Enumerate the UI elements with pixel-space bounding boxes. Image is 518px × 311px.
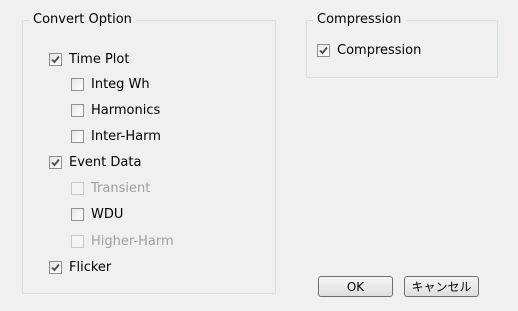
checkbox-box[interactable]: [71, 104, 84, 117]
checkbox-label: WDU: [91, 207, 124, 222]
event-data-checkbox[interactable]: Event Data: [49, 155, 141, 170]
time-plot-checkbox[interactable]: Time Plot: [49, 52, 129, 67]
checkbox-box[interactable]: [49, 156, 62, 169]
checkbox-label: Event Data: [69, 155, 142, 170]
checkbox-label: Higher-Harm: [91, 234, 174, 249]
checkbox-label: Harmonics: [91, 103, 161, 118]
checkbox-box[interactable]: [71, 208, 84, 221]
checkbox-label: Compression: [337, 43, 422, 58]
harmonics-checkbox[interactable]: Harmonics: [71, 103, 160, 118]
checkbox-box[interactable]: [71, 235, 84, 248]
checkbox-label: Transient: [91, 181, 151, 196]
convert-option-title: Convert Option: [29, 12, 136, 27]
checkbox-box[interactable]: [49, 261, 62, 274]
compression-title: Compression: [313, 12, 406, 27]
cancel-button-label: キャンセル: [411, 280, 472, 294]
checkbox-label: Flicker: [69, 260, 112, 275]
integ-wh-checkbox[interactable]: Integ Wh: [71, 77, 150, 92]
checkbox-box[interactable]: [71, 78, 84, 91]
inter-harm-checkbox[interactable]: Inter-Harm: [71, 129, 161, 144]
checkbox-box[interactable]: [49, 53, 62, 66]
checkbox-label: Inter-Harm: [91, 129, 161, 144]
convert-dialog: Convert Option Time Plot Integ Wh Harmon…: [0, 0, 518, 311]
checkbox-box[interactable]: [71, 130, 84, 143]
ok-button-label: OK: [346, 279, 365, 294]
compression-checkbox[interactable]: Compression: [317, 43, 421, 58]
higher-harm-checkbox[interactable]: Higher-Harm: [71, 234, 174, 249]
checkbox-label: Time Plot: [69, 52, 130, 67]
flicker-checkbox[interactable]: Flicker: [49, 260, 111, 275]
checkbox-box[interactable]: [71, 182, 84, 195]
check-mark-icon: [51, 55, 60, 64]
checkbox-box[interactable]: [317, 44, 330, 57]
checkbox-label: Integ Wh: [91, 77, 150, 92]
check-mark-icon: [51, 263, 60, 272]
transient-checkbox[interactable]: Transient: [71, 181, 150, 196]
cancel-button[interactable]: キャンセル: [404, 276, 479, 297]
check-mark-icon: [319, 46, 328, 55]
wdu-checkbox[interactable]: WDU: [71, 207, 123, 222]
check-mark-icon: [51, 158, 60, 167]
ok-button[interactable]: OK: [318, 276, 393, 297]
